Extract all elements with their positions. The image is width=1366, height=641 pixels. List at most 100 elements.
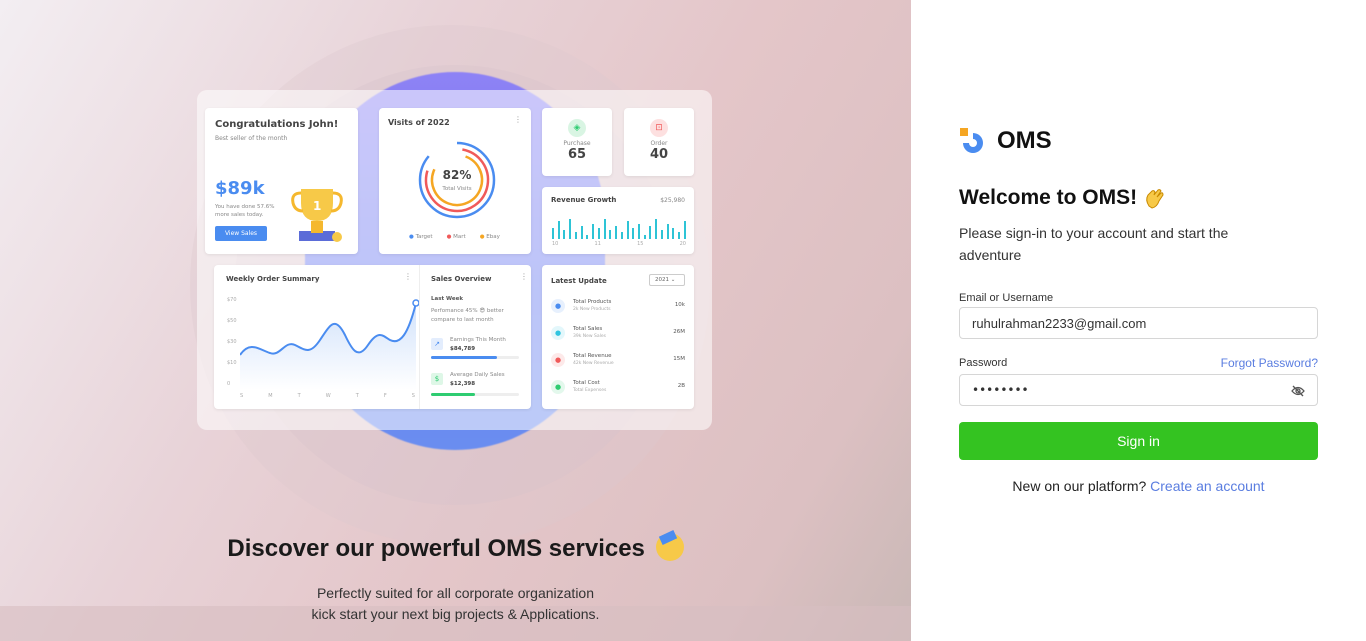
revenue-bar bbox=[666, 223, 669, 239]
welcome-heading: Welcome to OMS! bbox=[959, 186, 1167, 210]
sales-overview-title: Sales Overview bbox=[431, 275, 492, 283]
revenue-bar bbox=[563, 230, 566, 239]
latest-item-sub: 39k New Sales bbox=[573, 334, 606, 339]
forgot-password-link[interactable]: Forgot Password? bbox=[1221, 356, 1318, 370]
latest-item-value: 26M bbox=[673, 329, 685, 335]
create-account-link[interactable]: Create an account bbox=[1150, 478, 1264, 494]
svg-text:1: 1 bbox=[313, 199, 321, 213]
latest-item-value: 15M bbox=[673, 356, 685, 362]
revenue-tick: 10 bbox=[552, 241, 559, 247]
revenue-bar bbox=[620, 232, 623, 239]
congrats-title: Congratulations John! bbox=[215, 119, 339, 130]
revenue-bar bbox=[615, 225, 618, 239]
more-icon: ⋮ bbox=[520, 272, 528, 281]
legend-target: ● Target bbox=[409, 234, 433, 240]
eye-off-icon[interactable] bbox=[1291, 384, 1305, 398]
weekly-y-ticks: $70 $50 $30 $10 0 bbox=[227, 297, 237, 387]
latest-item-value: 10k bbox=[674, 302, 685, 308]
revenue-bar bbox=[557, 221, 560, 239]
revenue-bar bbox=[592, 223, 595, 239]
revenue-bar bbox=[626, 221, 629, 239]
revenue-ticks: 10 11 15 20 bbox=[552, 241, 686, 247]
pie-chart-icon: ● bbox=[551, 326, 565, 340]
revenue-bar bbox=[603, 219, 606, 239]
legend-ebay: ● Ebay bbox=[479, 234, 500, 240]
oms-logo-icon bbox=[960, 128, 983, 153]
legend-mart: ● Mart bbox=[446, 234, 466, 240]
revenue-bar bbox=[552, 228, 554, 239]
view-sales-button: View Sales bbox=[215, 226, 267, 241]
sign-in-button[interactable]: Sign in bbox=[959, 422, 1318, 460]
latest-item-sub: Total Expenses bbox=[573, 388, 607, 393]
waving-hand-icon bbox=[1143, 186, 1167, 210]
hero-subtitle: Perfectly suited for all corporate organ… bbox=[0, 583, 911, 625]
order-value: 40 bbox=[649, 147, 669, 162]
revenue-tick: 15 bbox=[637, 241, 644, 247]
new-on-platform-text: New on our platform? bbox=[1012, 478, 1147, 494]
daily-sales-label: Average Daily Sales bbox=[450, 372, 505, 378]
visits-legend: ● Target ● Mart ● Ebay bbox=[409, 234, 500, 240]
more-icon: ⋮ bbox=[514, 115, 522, 124]
earnings-value: $84,789 bbox=[450, 346, 476, 352]
revenue-card: Revenue Growth $25,980 10 11 15 20 bbox=[542, 187, 694, 254]
dollar-icon: ● bbox=[551, 380, 565, 394]
revenue-tick: 20 bbox=[679, 241, 686, 247]
brand: OMS bbox=[959, 127, 1052, 155]
trophy-icon: 1 bbox=[291, 189, 343, 242]
dollar-icon: $ bbox=[431, 373, 443, 385]
order-label: Order bbox=[650, 140, 668, 147]
revenue-bar bbox=[649, 225, 652, 239]
latest-card: Latest Update 2021 ⌄ ● Total Products 2k N… bbox=[542, 265, 694, 409]
year-select: 2021 ⌄ bbox=[649, 274, 685, 286]
latest-item-title: Total Sales bbox=[573, 326, 603, 332]
congrats-note1: You have done 57.6% bbox=[215, 204, 275, 210]
sales-period: Last Week bbox=[431, 296, 464, 302]
revenue-bar bbox=[660, 230, 663, 239]
password-mask: •••••••• bbox=[972, 383, 1029, 397]
revenue-bar bbox=[569, 219, 572, 239]
revenue-bar bbox=[643, 234, 646, 239]
latest-item: ● Total Sales 39k New Sales 26M bbox=[551, 326, 685, 353]
daily-sales-value: $12,398 bbox=[450, 381, 476, 387]
purchase-label: Purchase bbox=[563, 140, 591, 147]
revenue-bar bbox=[574, 232, 577, 239]
visits-title: Visits of 2022 bbox=[388, 118, 450, 127]
latest-item-sub: 42k New Revenue bbox=[573, 361, 614, 366]
revenue-bar bbox=[638, 223, 641, 239]
card-icon: ● bbox=[551, 353, 565, 367]
latest-item-title: Total Cost bbox=[573, 380, 600, 386]
weekly-x-ticks: SMTWTFS bbox=[240, 393, 415, 399]
revenue-bar bbox=[597, 228, 600, 239]
brand-name: OMS bbox=[997, 127, 1052, 154]
revenue-bar bbox=[609, 230, 612, 239]
hero-title-row: Discover our powerful OMS services bbox=[0, 530, 911, 563]
revenue-bar bbox=[672, 228, 675, 239]
email-field[interactable]: ruhulrahman2233@gmail.com bbox=[959, 307, 1318, 339]
latest-item-sub: 2k New Products bbox=[573, 307, 611, 312]
password-label: Password bbox=[959, 357, 1008, 369]
divider bbox=[419, 265, 420, 409]
revenue-bar bbox=[678, 232, 681, 239]
password-field[interactable]: •••••••• bbox=[959, 374, 1318, 406]
congrats-card: Congratulations John! Best seller of the… bbox=[205, 108, 358, 254]
revenue-bar bbox=[683, 221, 686, 239]
intro-text: Please sign-in to your account and start… bbox=[959, 225, 1229, 263]
visits-card: Visits of 2022 ⋮ 82% Total Visits ● Targ… bbox=[379, 108, 531, 254]
weekly-card: Weekly Order Summary ⋮ $70 $50 $30 $10 0 SMT… bbox=[214, 265, 531, 409]
hero-subtitle-line1: Perfectly suited for all corporate organ… bbox=[316, 585, 595, 601]
revenue-bar bbox=[632, 228, 635, 239]
congrats-sub: Best seller of the month bbox=[215, 135, 288, 142]
earnings-bar bbox=[431, 356, 519, 359]
sales-text1: Perfomance 45% 😎 better bbox=[431, 308, 504, 314]
revenue-title: Revenue Growth bbox=[551, 196, 617, 204]
box-icon: ● bbox=[551, 299, 565, 313]
congrats-amount: $89k bbox=[215, 178, 265, 199]
more-icon: ⋮ bbox=[404, 272, 412, 281]
revenue-bar bbox=[586, 234, 589, 239]
latest-item: ● Total Products 2k New Products 10k bbox=[551, 299, 685, 326]
latest-item: ● Total Revenue 42k New Revenue 15M bbox=[551, 353, 685, 380]
purchase-card: ◈ Purchase 65 bbox=[542, 108, 612, 176]
congrats-note2: more sales today. bbox=[215, 212, 264, 218]
latest-item-title: Total Revenue bbox=[573, 353, 612, 359]
signup-row: New on our platform? Create an account bbox=[959, 478, 1318, 494]
